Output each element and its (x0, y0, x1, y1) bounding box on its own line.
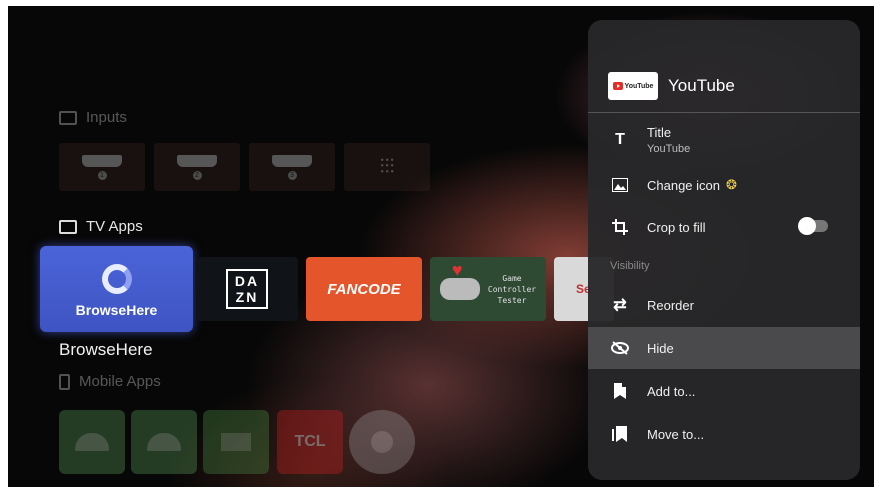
panel-divider (588, 112, 860, 113)
app-name: BrowseHere (75, 302, 158, 318)
app-tile-dazn[interactable]: DA ZN (196, 257, 298, 321)
dazn-logo-top: DA (234, 273, 260, 289)
panel-app-title: YouTube (668, 76, 735, 95)
menu-item-label: Add to... (647, 383, 696, 399)
menu-item-crop-to-fill[interactable]: Crop to fill (588, 206, 860, 248)
tv-apps-section-label: TV Apps (59, 218, 143, 235)
crop-to-fill-toggle[interactable] (798, 217, 828, 235)
mobile-app-tile[interactable] (131, 410, 197, 474)
panel-header: YouTube YouTube (588, 60, 860, 112)
tv-apps-label: TV Apps (86, 218, 143, 235)
mobile-app-tile[interactable] (59, 410, 125, 474)
menu-item-title[interactable]: T Title YouTube (588, 116, 860, 164)
app-tile-browsehere[interactable]: BrowseHere (40, 246, 193, 332)
gamepad-icon (439, 260, 480, 300)
input-number: 3 (287, 170, 297, 180)
tcl-home-icon: TCL (294, 433, 326, 450)
browsehere-logo-icon (101, 264, 132, 294)
input-hdmi-1[interactable]: 1 (59, 143, 145, 191)
input-hdmi-2[interactable]: 2 (154, 143, 240, 191)
menu-item-label: Reorder (647, 297, 694, 313)
youtube-logo-icon: YouTube (608, 72, 658, 100)
menu-item-add-to[interactable]: Add to... (588, 370, 860, 412)
android-icon (75, 433, 109, 451)
menu-item-sublabel: YouTube (647, 143, 691, 155)
menu-item-label: Change icon (647, 177, 720, 193)
input-number: 2 (192, 170, 202, 180)
premium-badge-icon: ❂ (726, 177, 737, 192)
mobile-apps-label: Mobile Apps (79, 373, 161, 390)
settings-sliders-icon: ⫶⫶⫶ (379, 155, 395, 178)
dazn-logo-bottom: ZN (235, 289, 259, 305)
eye-off-icon (610, 338, 630, 358)
inputs-section-label: Inputs (59, 109, 127, 126)
tv-icon (59, 219, 77, 234)
app-tile-fancode[interactable]: FANCODE (306, 257, 422, 321)
selected-app-name: BrowseHere (59, 340, 153, 359)
app-name: FANCODE (327, 280, 401, 298)
android-icon (147, 433, 181, 451)
reorder-arrows-icon: ⇄ (613, 297, 627, 314)
app-options-panel: YouTube YouTube T Title YouTube Change i… (588, 20, 860, 480)
menu-item-label: Move to... (647, 426, 705, 442)
mobile-apps-section-label: Mobile Apps (59, 373, 161, 390)
menu-item-label: Hide (647, 340, 674, 356)
dazn-logo: DA ZN (226, 269, 268, 309)
hdmi-icon (82, 154, 122, 167)
menu-item-label: Crop to fill (647, 219, 706, 235)
visibility-section-label: Visibility (610, 260, 650, 272)
menu-item-hide[interactable]: Hide (588, 327, 860, 369)
input-hdmi-3[interactable]: 3 (249, 143, 335, 191)
menu-item-label: Title (647, 125, 672, 140)
hdmi-icon (177, 154, 217, 167)
mobile-app-tile[interactable] (203, 410, 269, 474)
bookmark-move-icon (610, 424, 630, 444)
youtube-logo-text: YouTube (624, 82, 654, 90)
image-icon (610, 175, 630, 195)
phone-icon (59, 373, 70, 390)
bookmark-add-icon (610, 381, 630, 401)
menu-item-change-icon[interactable]: Change icon ❂ (588, 164, 860, 206)
app-name: Game Controller Tester (487, 273, 537, 305)
input-source-icon (59, 110, 77, 125)
app-tile-game-controller-tester[interactable]: GameControllerTester (430, 257, 546, 321)
title-text-icon: T (615, 131, 625, 148)
tv-home-screen: Inputs 1 2 3 ⫶⫶⫶ TV Apps BrowseHere DA Z… (8, 6, 874, 487)
menu-item-reorder[interactable]: ⇄ Reorder (588, 284, 860, 326)
generic-app-icon (221, 433, 251, 451)
inputs-label: Inputs (86, 109, 127, 126)
mobile-app-tile[interactable] (349, 410, 415, 474)
menu-item-move-to[interactable]: Move to... (588, 413, 860, 455)
crop-icon (610, 217, 630, 237)
input-settings-tile[interactable]: ⫶⫶⫶ (344, 143, 430, 191)
input-number: 1 (97, 170, 107, 180)
mobile-app-tile-tcl[interactable]: TCL (277, 410, 343, 474)
account-icon (371, 431, 393, 453)
hdmi-icon (272, 154, 312, 167)
